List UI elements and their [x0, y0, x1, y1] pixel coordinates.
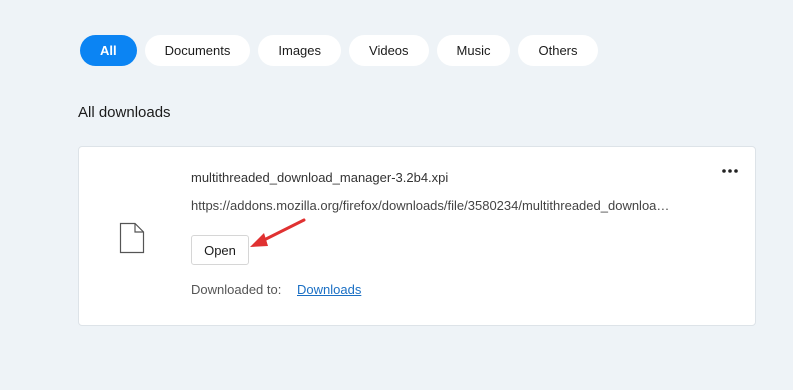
- filter-all[interactable]: All: [80, 35, 137, 66]
- filter-music[interactable]: Music: [436, 35, 511, 66]
- filter-videos[interactable]: Videos: [349, 35, 429, 66]
- downloaded-to-label: Downloaded to:: [191, 282, 282, 297]
- annotation-arrow-icon: [246, 215, 310, 256]
- filter-others[interactable]: Others: [518, 35, 598, 66]
- open-button[interactable]: Open: [191, 235, 249, 265]
- filter-documents[interactable]: Documents: [144, 35, 251, 66]
- download-item-card: multithreaded_download_manager-3.2b4.xpi…: [78, 146, 756, 326]
- downloads-folder-link[interactable]: Downloads: [297, 282, 361, 297]
- file-icon: [119, 222, 145, 259]
- filter-images[interactable]: Images: [258, 35, 342, 66]
- more-options-icon[interactable]: [719, 163, 741, 179]
- section-title: All downloads: [78, 104, 171, 121]
- filter-bar: All Documents Images Videos Music Others: [80, 35, 598, 66]
- download-source-url: https://addons.mozilla.org/firefox/downl…: [191, 198, 673, 213]
- download-file-name[interactable]: multithreaded_download_manager-3.2b4.xpi: [191, 170, 448, 185]
